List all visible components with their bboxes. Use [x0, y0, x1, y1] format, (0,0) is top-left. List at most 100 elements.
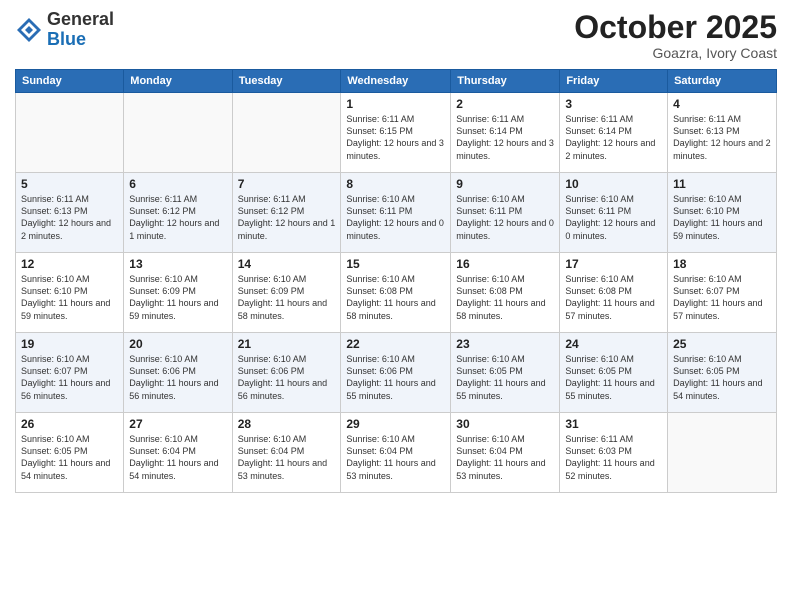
calendar-cell: 2 Sunrise: 6:11 AM Sunset: 6:14 PM Daylig…	[451, 93, 560, 173]
day-number: 25	[673, 337, 771, 351]
calendar-cell: 20 Sunrise: 6:10 AM Sunset: 6:06 PM Dayli…	[124, 333, 232, 413]
calendar-cell	[124, 93, 232, 173]
calendar-cell	[232, 93, 341, 173]
day-number: 8	[346, 177, 445, 191]
day-number: 10	[565, 177, 662, 191]
weekday-header: Friday	[560, 70, 668, 93]
day-info: Sunrise: 6:10 AM Sunset: 6:07 PM Dayligh…	[21, 353, 118, 402]
weekday-header: Monday	[124, 70, 232, 93]
day-info: Sunrise: 6:10 AM Sunset: 6:06 PM Dayligh…	[238, 353, 336, 402]
weekday-header: Saturday	[668, 70, 777, 93]
calendar-cell: 16Sunrise: 6:10 AM Sunset: 6:08 PM Dayli…	[451, 253, 560, 333]
day-info: Sunrise: 6:10 AM Sunset: 6:04 PM Dayligh…	[346, 433, 445, 482]
day-info: Sunrise: 6:10 AM Sunset: 6:09 PM Dayligh…	[129, 273, 226, 322]
calendar-cell: 23 Sunrise: 6:10 AM Sunset: 6:05 PM Dayli…	[451, 333, 560, 413]
weekday-header: Wednesday	[341, 70, 451, 93]
logo-text: General Blue	[47, 10, 114, 50]
day-number: 28	[238, 417, 336, 431]
day-info: Sunrise: 6:10 AM Sunset: 6:06 PM Dayligh…	[346, 353, 445, 402]
day-info: Sunrise: 6:10 AM Sunset: 6:10 PM Dayligh…	[21, 273, 118, 322]
calendar-cell: 31Sunrise: 6:11 AM Sunset: 6:03 PM Dayli…	[560, 413, 668, 493]
calendar-week-row: 5 Sunrise: 6:11 AM Sunset: 6:13 PM Daylig…	[16, 173, 777, 253]
day-number: 16	[456, 257, 554, 271]
calendar-cell: 30Sunrise: 6:10 AM Sunset: 6:04 PM Dayli…	[451, 413, 560, 493]
logo-icon	[15, 16, 43, 44]
day-number: 23	[456, 337, 554, 351]
day-number: 18	[673, 257, 771, 271]
calendar-cell: 24Sunrise: 6:10 AM Sunset: 6:05 PM Dayli…	[560, 333, 668, 413]
calendar-cell: 1Sunrise: 6:11 AM Sunset: 6:15 PM Daylig…	[341, 93, 451, 173]
day-info: Sunrise: 6:10 AM Sunset: 6:08 PM Dayligh…	[565, 273, 662, 322]
calendar-cell: 18 Sunrise: 6:10 AM Sunset: 6:07 PM Dayli…	[668, 253, 777, 333]
day-number: 31	[565, 417, 662, 431]
calendar-cell	[668, 413, 777, 493]
page: General Blue October 2025 Goazra, Ivory …	[0, 0, 792, 612]
calendar-cell: 27Sunrise: 6:10 AM Sunset: 6:04 PM Dayli…	[124, 413, 232, 493]
day-number: 29	[346, 417, 445, 431]
calendar-cell: 26Sunrise: 6:10 AM Sunset: 6:05 PM Dayli…	[16, 413, 124, 493]
calendar-cell	[16, 93, 124, 173]
day-info: Sunrise: 6:10 AM Sunset: 6:11 PM Dayligh…	[346, 193, 445, 242]
day-info: Sunrise: 6:10 AM Sunset: 6:05 PM Dayligh…	[673, 353, 771, 402]
calendar-cell: 3Sunrise: 6:11 AM Sunset: 6:14 PM Daylig…	[560, 93, 668, 173]
day-number: 24	[565, 337, 662, 351]
day-info: Sunrise: 6:10 AM Sunset: 6:06 PM Dayligh…	[129, 353, 226, 402]
calendar-cell: 9 Sunrise: 6:10 AM Sunset: 6:11 PM Daylig…	[451, 173, 560, 253]
day-number: 1	[346, 97, 445, 111]
calendar-table: SundayMondayTuesdayWednesdayThursdayFrid…	[15, 69, 777, 493]
day-number: 20	[129, 337, 226, 351]
calendar-cell: 13Sunrise: 6:10 AM Sunset: 6:09 PM Dayli…	[124, 253, 232, 333]
calendar-week-row: 19 Sunrise: 6:10 AM Sunset: 6:07 PM Dayli…	[16, 333, 777, 413]
calendar-cell: 19 Sunrise: 6:10 AM Sunset: 6:07 PM Dayli…	[16, 333, 124, 413]
day-info: Sunrise: 6:10 AM Sunset: 6:09 PM Dayligh…	[238, 273, 336, 322]
calendar-cell: 28Sunrise: 6:10 AM Sunset: 6:04 PM Dayli…	[232, 413, 341, 493]
day-number: 7	[238, 177, 336, 191]
day-number: 14	[238, 257, 336, 271]
day-info: Sunrise: 6:10 AM Sunset: 6:10 PM Dayligh…	[673, 193, 771, 242]
day-number: 4	[673, 97, 771, 111]
day-number: 27	[129, 417, 226, 431]
calendar-week-row: 26Sunrise: 6:10 AM Sunset: 6:05 PM Dayli…	[16, 413, 777, 493]
day-info: Sunrise: 6:10 AM Sunset: 6:11 PM Dayligh…	[456, 193, 554, 242]
day-info: Sunrise: 6:10 AM Sunset: 6:11 PM Dayligh…	[565, 193, 662, 242]
day-number: 3	[565, 97, 662, 111]
calendar-cell: 22 Sunrise: 6:10 AM Sunset: 6:06 PM Dayli…	[341, 333, 451, 413]
day-number: 5	[21, 177, 118, 191]
calendar-cell: 11 Sunrise: 6:10 AM Sunset: 6:10 PM Dayli…	[668, 173, 777, 253]
title-block: October 2025 Goazra, Ivory Coast	[574, 10, 777, 61]
calendar-cell: 4Sunrise: 6:11 AM Sunset: 6:13 PM Daylig…	[668, 93, 777, 173]
day-number: 26	[21, 417, 118, 431]
day-number: 12	[21, 257, 118, 271]
calendar-cell: 6Sunrise: 6:11 AM Sunset: 6:12 PM Daylig…	[124, 173, 232, 253]
day-number: 30	[456, 417, 554, 431]
weekday-header: Thursday	[451, 70, 560, 93]
day-info: Sunrise: 6:11 AM Sunset: 6:14 PM Dayligh…	[456, 113, 554, 162]
calendar-week-row: 1Sunrise: 6:11 AM Sunset: 6:15 PM Daylig…	[16, 93, 777, 173]
calendar-cell: 7 Sunrise: 6:11 AM Sunset: 6:12 PM Daylig…	[232, 173, 341, 253]
day-number: 17	[565, 257, 662, 271]
day-number: 2	[456, 97, 554, 111]
day-number: 19	[21, 337, 118, 351]
day-info: Sunrise: 6:11 AM Sunset: 6:13 PM Dayligh…	[21, 193, 118, 242]
calendar-cell: 5 Sunrise: 6:11 AM Sunset: 6:13 PM Daylig…	[16, 173, 124, 253]
day-number: 9	[456, 177, 554, 191]
day-info: Sunrise: 6:10 AM Sunset: 6:08 PM Dayligh…	[346, 273, 445, 322]
calendar-cell: 12 Sunrise: 6:10 AM Sunset: 6:10 PM Dayli…	[16, 253, 124, 333]
weekday-header-row: SundayMondayTuesdayWednesdayThursdayFrid…	[16, 70, 777, 93]
calendar-cell: 8 Sunrise: 6:10 AM Sunset: 6:11 PM Daylig…	[341, 173, 451, 253]
day-info: Sunrise: 6:10 AM Sunset: 6:07 PM Dayligh…	[673, 273, 771, 322]
day-number: 11	[673, 177, 771, 191]
logo: General Blue	[15, 10, 114, 50]
day-number: 21	[238, 337, 336, 351]
calendar-cell: 21 Sunrise: 6:10 AM Sunset: 6:06 PM Dayli…	[232, 333, 341, 413]
location: Goazra, Ivory Coast	[574, 45, 777, 61]
calendar-week-row: 12 Sunrise: 6:10 AM Sunset: 6:10 PM Dayli…	[16, 253, 777, 333]
weekday-header: Sunday	[16, 70, 124, 93]
month-title: October 2025	[574, 10, 777, 45]
day-info: Sunrise: 6:10 AM Sunset: 6:05 PM Dayligh…	[456, 353, 554, 402]
calendar-cell: 15Sunrise: 6:10 AM Sunset: 6:08 PM Dayli…	[341, 253, 451, 333]
day-info: Sunrise: 6:11 AM Sunset: 6:12 PM Dayligh…	[129, 193, 226, 242]
day-number: 22	[346, 337, 445, 351]
calendar-cell: 25 Sunrise: 6:10 AM Sunset: 6:05 PM Dayli…	[668, 333, 777, 413]
day-info: Sunrise: 6:11 AM Sunset: 6:12 PM Dayligh…	[238, 193, 336, 242]
